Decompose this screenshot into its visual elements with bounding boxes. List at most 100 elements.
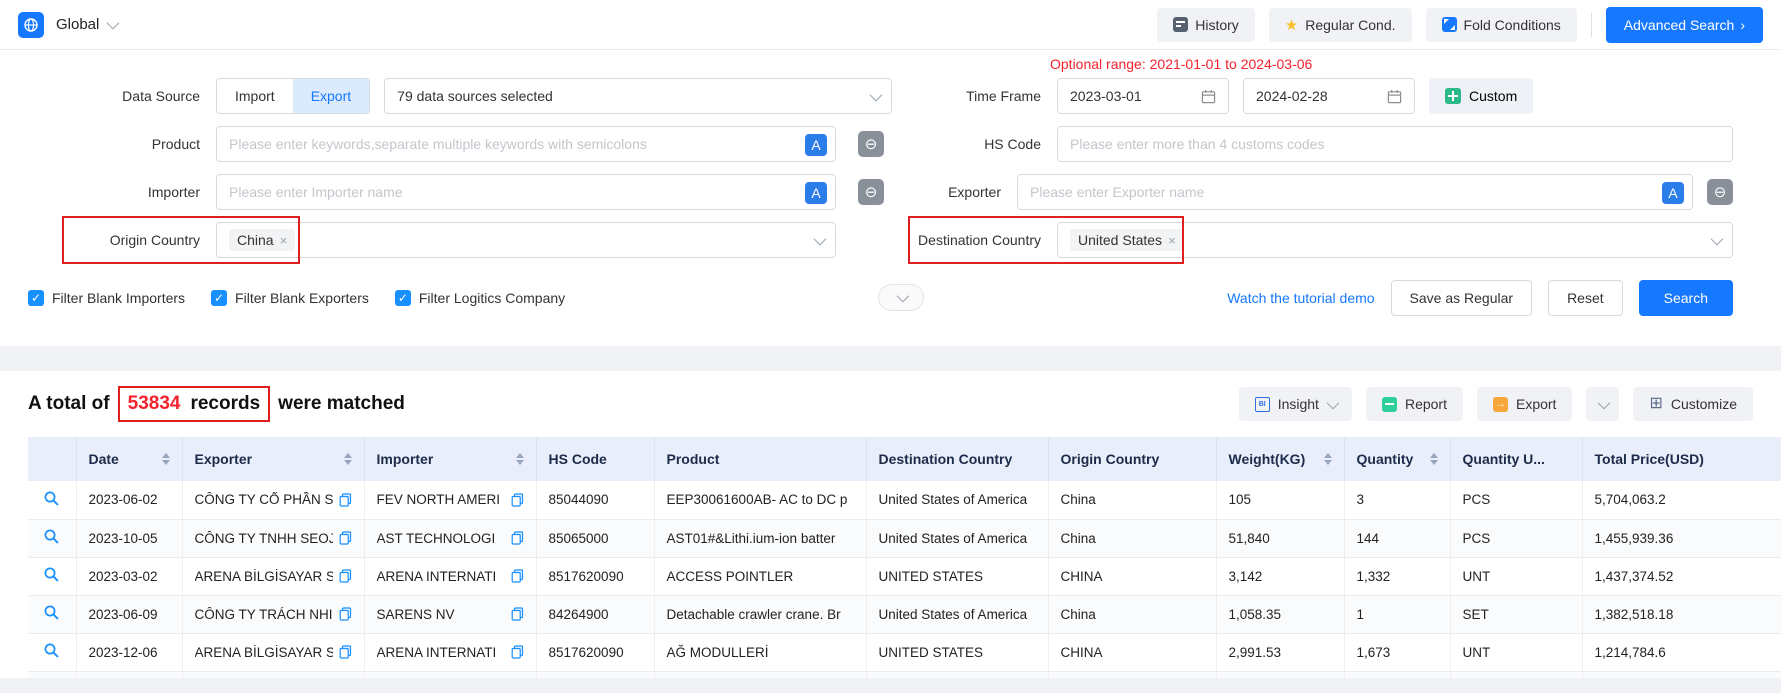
search-panel: Optional range: 2021-01-01 to 2024-03-06… <box>0 50 1781 346</box>
remove-tag-icon[interactable]: × <box>280 233 288 248</box>
column-header: Total Price(USD) <box>1582 437 1781 481</box>
import-toggle[interactable]: Import <box>217 79 293 113</box>
exclude-importer-button[interactable]: ⊖ <box>858 179 884 205</box>
cell-destination-country: United States of America <box>866 595 1048 633</box>
destination-country-select[interactable]: United States × <box>1057 222 1733 258</box>
origin-country-select[interactable]: China × <box>216 222 836 258</box>
history-button[interactable]: History <box>1157 8 1255 42</box>
cell-origin-country: CHINA <box>1048 633 1216 671</box>
row-detail-search-icon[interactable] <box>43 642 60 659</box>
filter-checkbox[interactable]: ✓Filter Logitics Company <box>395 290 565 306</box>
export-toggle[interactable]: Export <box>293 79 369 113</box>
column-header[interactable]: Weight(KG) <box>1216 437 1344 481</box>
advanced-search-button[interactable]: Advanced Search › <box>1606 7 1763 43</box>
sort-icon[interactable] <box>344 453 352 465</box>
report-icon <box>1382 397 1397 412</box>
cell-quantity: 515 <box>1344 671 1450 678</box>
reset-button[interactable]: Reset <box>1548 280 1623 316</box>
cell-total-price: 1,437,374.52 <box>1582 557 1781 595</box>
translate-icon[interactable]: A <box>1662 182 1684 204</box>
copy-icon[interactable] <box>511 569 524 583</box>
copy-icon[interactable] <box>511 645 524 659</box>
column-header[interactable]: Exporter <box>182 437 364 481</box>
copy-icon[interactable] <box>339 645 352 659</box>
checkbox-label: Filter Blank Exporters <box>235 290 369 306</box>
product-label: Product <box>0 136 216 152</box>
filter-checkbox[interactable]: ✓Filter Blank Exporters <box>211 290 369 306</box>
fold-conditions-button[interactable]: Fold Conditions <box>1426 8 1577 42</box>
copy-icon[interactable] <box>339 607 352 621</box>
results-section: A total of 53834 records were matched BI… <box>0 371 1781 678</box>
cell-importer: ARENA INTERNATI <box>364 633 536 671</box>
sort-icon[interactable] <box>162 453 170 465</box>
report-button[interactable]: Report <box>1366 387 1463 421</box>
cell-importer: GE RENEWABLE E <box>364 671 536 678</box>
sort-icon[interactable] <box>1324 453 1332 465</box>
translate-icon[interactable]: A <box>805 182 827 204</box>
exclude-exporter-button[interactable]: ⊖ <box>1707 179 1733 205</box>
cell-hs-code: 8517620090 <box>536 633 654 671</box>
table-row: 2023-12-29 LM WİND POWER BLA GE RENEWABL… <box>28 671 1781 678</box>
row-detail-search-icon[interactable] <box>43 604 60 621</box>
start-date-input[interactable]: 2023-03-01 <box>1057 78 1229 114</box>
region-chevron-down-icon[interactable] <box>107 17 120 30</box>
insight-button[interactable]: BI Insight <box>1239 387 1352 421</box>
save-as-regular-button[interactable]: Save as Regular <box>1391 280 1533 316</box>
copy-icon[interactable] <box>339 493 352 507</box>
divider <box>1591 13 1592 37</box>
cell-origin-country: China <box>1048 481 1216 519</box>
chevron-down-icon <box>1327 396 1340 409</box>
cell-product: ACCESS POINTLER <box>654 557 866 595</box>
table-header-row: DateExporterImporterHS CodeProductDestin… <box>28 437 1781 481</box>
sort-icon[interactable] <box>1430 453 1438 465</box>
customize-button[interactable]: ⊞ Customize <box>1633 387 1753 421</box>
sort-icon[interactable] <box>516 453 524 465</box>
section-gap <box>0 346 1781 371</box>
column-header[interactable]: Date <box>76 437 182 481</box>
collapse-conditions-button[interactable] <box>878 284 924 311</box>
end-date-input[interactable]: 2024-02-28 <box>1243 78 1415 114</box>
exporter-input[interactable]: Please enter Exporter name A <box>1017 174 1693 210</box>
cell-date: 2023-10-05 <box>76 519 182 557</box>
star-icon: ★ <box>1285 16 1298 34</box>
cell-date: 2023-12-06 <box>76 633 182 671</box>
importer-input[interactable]: Please enter Importer name A <box>216 174 836 210</box>
filter-checkbox[interactable]: ✓Filter Blank Importers <box>28 290 185 306</box>
column-header: Origin Country <box>1048 437 1216 481</box>
regular-cond-button[interactable]: ★ Regular Cond. <box>1269 8 1412 42</box>
export-button[interactable]: → Export <box>1477 387 1572 421</box>
region-selector-label[interactable]: Global <box>56 16 99 33</box>
copy-icon[interactable] <box>511 607 524 621</box>
copy-icon[interactable] <box>511 531 524 545</box>
row-detail-search-icon[interactable] <box>43 490 60 507</box>
hs-code-input[interactable]: Please enter more than 4 customs codes <box>1057 126 1733 162</box>
calendar-icon <box>1387 89 1402 104</box>
custom-range-button[interactable]: Custom <box>1429 78 1533 114</box>
table-row: 2023-10-05 CÔNG TY TNHH SEOJI AST TECHNO… <box>28 519 1781 557</box>
translate-icon[interactable]: A <box>805 134 827 156</box>
row-detail-search-icon[interactable] <box>43 528 60 545</box>
search-button[interactable]: Search <box>1639 280 1733 316</box>
origin-country-label: Origin Country <box>0 232 216 248</box>
cell-quantity: 3 <box>1344 481 1450 519</box>
copy-icon[interactable] <box>339 569 352 583</box>
column-header[interactable]: Importer <box>364 437 536 481</box>
data-source-select[interactable]: 79 data sources selected <box>384 78 892 114</box>
cell-importer: AST TECHNOLOGI <box>364 519 536 557</box>
record-count: 53834 <box>128 393 181 415</box>
export-options-button[interactable] <box>1586 387 1619 421</box>
row-detail-search-icon[interactable] <box>43 566 60 583</box>
cell-product: EEP30061600AB- AC to DC p <box>654 481 866 519</box>
product-input[interactable]: Please enter keywords,separate multiple … <box>216 126 836 162</box>
exclude-keyword-button[interactable]: ⊖ <box>858 131 884 157</box>
remove-tag-icon[interactable]: × <box>1168 233 1176 248</box>
table-row: 2023-06-02 CÔNG TY CỔ PHẦN SẢ FEV NORTH … <box>28 481 1781 519</box>
cell-hs-code: 85065000 <box>536 519 654 557</box>
cell-origin-country: China <box>1048 595 1216 633</box>
column-header[interactable]: Quantity <box>1344 437 1450 481</box>
tutorial-link[interactable]: Watch the tutorial demo <box>1227 290 1374 306</box>
results-title: A total of 53834 records were matched <box>28 391 405 417</box>
chevron-down-icon <box>1598 396 1611 409</box>
copy-icon[interactable] <box>511 493 524 507</box>
copy-icon[interactable] <box>339 531 352 545</box>
